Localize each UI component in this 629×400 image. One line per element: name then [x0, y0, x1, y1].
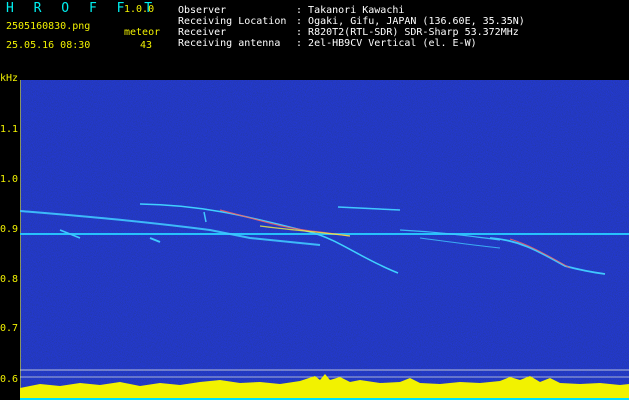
- spectrogram-svg: [20, 80, 629, 400]
- y-tick-label: 0.9: [0, 224, 19, 235]
- y-tick-label: 1.1: [0, 124, 19, 135]
- meteor-count: 43: [140, 40, 153, 51]
- y-tick-label: 1.0: [0, 174, 19, 185]
- app-version: 1.0.0: [124, 4, 155, 15]
- header-panel: H R O F F T 1.0.0 2505160830.png meteor …: [0, 0, 629, 78]
- info-row-observer: Observer: Takanori Kawachi: [178, 5, 405, 16]
- file-datetime: 25.05.16 08:30: [6, 40, 91, 51]
- y-tick-label: 0.7: [0, 323, 19, 334]
- spectrogram: [20, 80, 629, 400]
- file-name: 2505160830.png: [6, 21, 91, 32]
- noise-texture: [20, 80, 629, 400]
- y-axis-unit: kHz: [0, 73, 19, 84]
- meteor-label: meteor: [124, 27, 161, 38]
- y-tick-label: 0.8: [0, 274, 19, 285]
- info-row-antenna: Receiving antenna: 2el-HB9CV Vertical (e…: [178, 38, 477, 49]
- station-info: Observer: Takanori Kawachi Receiving Loc…: [178, 5, 525, 49]
- y-tick-label: 0.6: [0, 374, 19, 385]
- info-row-location: Receiving Location: Ogaki, Gifu, JAPAN (…: [178, 16, 525, 27]
- info-row-receiver: Receiver: R820T2(RTL-SDR) SDR-Sharp 53.3…: [178, 27, 519, 38]
